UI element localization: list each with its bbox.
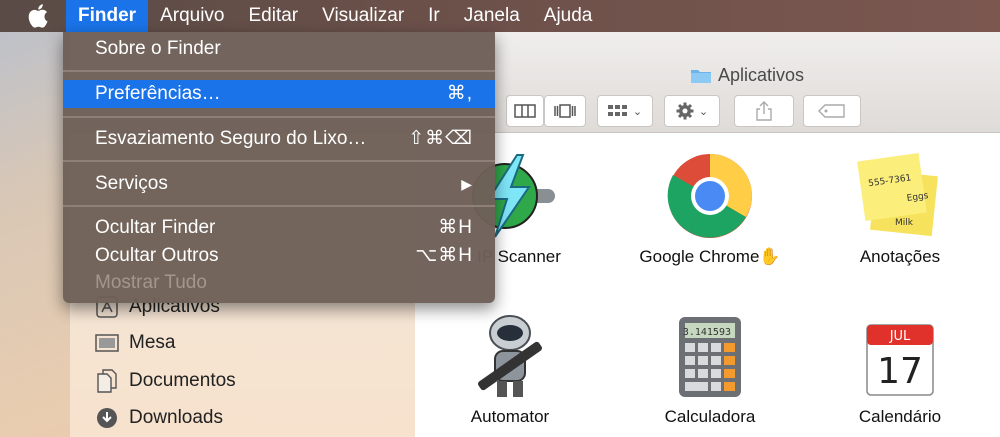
app-label: Anotações	[859, 247, 941, 266]
action-button[interactable]: ⌄	[664, 95, 720, 127]
menu-item-secure-empty-trash[interactable]: Esvaziamento Seguro do Lixo… ⇧⌘⌫	[63, 125, 495, 153]
chevron-down-icon: ⌄	[632, 105, 643, 118]
menu-item-hide-others[interactable]: Ocultar Outros ⌥⌘H	[63, 242, 495, 270]
sidebar-item-documentos[interactable]: Documentos	[95, 369, 236, 393]
tag-button[interactable]	[803, 95, 861, 127]
menu-editar[interactable]: Editar	[236, 0, 310, 32]
coverflow-view-button[interactable]	[544, 95, 586, 127]
menu-separator	[63, 70, 495, 72]
menu-arquivo[interactable]: Arquivo	[148, 0, 236, 32]
app-label: Google Chrome✋	[639, 247, 781, 266]
menu-item-label: Ocultar Outros	[95, 245, 219, 266]
sidebar-item-label: Mesa	[129, 332, 176, 353]
calendar-month: JUL	[889, 329, 911, 344]
file-grid: IP Scanner Google Chrome✋ 555-7361 Eggs …	[415, 133, 1000, 437]
menu-item-label: Mostrar Tudo	[95, 272, 207, 293]
menu-item-shortcut: ⌘H	[438, 217, 473, 238]
menu-ajuda[interactable]: Ajuda	[532, 0, 605, 32]
menu-item-services[interactable]: Serviços ▶	[63, 170, 495, 198]
note-text: Milk	[895, 218, 914, 228]
column-view-button[interactable]	[506, 95, 544, 127]
app-label: Automator	[470, 407, 550, 426]
calendar-icon: JUL 17	[855, 311, 945, 401]
menu-item-about[interactable]: Sobre o Finder	[63, 35, 495, 63]
arrange-button[interactable]: ⌄	[597, 95, 653, 127]
app-calculadora[interactable]: 3.141593 Calculadora	[625, 311, 795, 427]
arrange-icon	[607, 105, 627, 116]
app-google-chrome[interactable]: Google Chrome✋	[625, 151, 795, 267]
calculator-display: 3.141593	[683, 327, 731, 338]
menu-item-shortcut: ⌥⌘H	[415, 245, 473, 266]
menu-item-label: Sobre o Finder	[95, 38, 221, 59]
menu-item-label: Ocultar Finder	[95, 217, 216, 238]
coverflow-view-icon	[554, 104, 576, 118]
documents-icon	[95, 369, 119, 393]
app-label: Calculadora	[664, 407, 756, 426]
window-title: Aplicativos	[690, 65, 804, 86]
menu-item-label: Esvaziamento Seguro do Lixo…	[95, 128, 367, 149]
share-icon	[756, 101, 772, 121]
sidebar-item-label: Downloads	[129, 407, 223, 428]
menu-item-hide-finder[interactable]: Ocultar Finder ⌘H	[63, 214, 495, 242]
window-title-label: Aplicativos	[718, 65, 805, 85]
tag-icon	[818, 104, 845, 118]
menu-separator	[63, 160, 495, 162]
sidebar-item-downloads[interactable]: Downloads	[95, 407, 223, 429]
menu-item-label: Preferências…	[95, 83, 221, 104]
menu-item-show-all: Mostrar Tudo	[63, 269, 495, 297]
menu-visualizar[interactable]: Visualizar	[310, 0, 416, 32]
sidebar-item-label: Documentos	[129, 370, 236, 391]
menu-item-shortcut: ⌘,	[446, 83, 473, 104]
stickies-icon: 555-7361 Eggs Milk	[855, 151, 945, 241]
share-button[interactable]	[734, 95, 794, 127]
downloads-icon	[95, 407, 119, 429]
menu-separator	[63, 116, 495, 118]
calendar-day: 17	[877, 351, 923, 392]
desktop-icon	[95, 332, 119, 354]
menu-finder[interactable]: Finder	[66, 0, 149, 32]
app-label: Calendário	[858, 407, 942, 426]
menu-item-preferences[interactable]: Preferências… ⌘,	[63, 80, 495, 108]
column-view-icon	[514, 104, 536, 118]
folder-icon	[691, 70, 711, 83]
app-automator[interactable]: Automator	[425, 311, 595, 427]
sidebar-item-mesa[interactable]: Mesa	[95, 332, 175, 354]
menu-ir[interactable]: Ir	[416, 0, 452, 32]
app-anotacoes[interactable]: 555-7361 Eggs Milk Anotações	[815, 151, 985, 267]
submenu-arrow-icon: ▶	[461, 176, 473, 192]
menu-item-label: Serviços	[95, 173, 168, 194]
gear-icon	[676, 102, 694, 120]
menu-item-shortcut: ⇧⌘⌫	[408, 128, 473, 149]
calculator-icon: 3.141593	[665, 311, 755, 401]
chevron-down-icon: ⌄	[698, 105, 709, 118]
finder-menu: Sobre o Finder Preferências… ⌘, Esvaziam…	[63, 32, 495, 303]
menu-janela[interactable]: Janela	[452, 0, 532, 32]
hand-emoji-icon: ✋	[759, 247, 781, 266]
apple-icon[interactable]	[28, 3, 52, 29]
app-calendario[interactable]: JUL 17 Calendário	[815, 311, 985, 427]
menu-separator	[63, 205, 495, 207]
menu-bar: Finder Arquivo Editar Visualizar Ir Jane…	[0, 0, 1000, 32]
automator-icon	[465, 311, 555, 401]
chrome-icon	[665, 151, 755, 241]
